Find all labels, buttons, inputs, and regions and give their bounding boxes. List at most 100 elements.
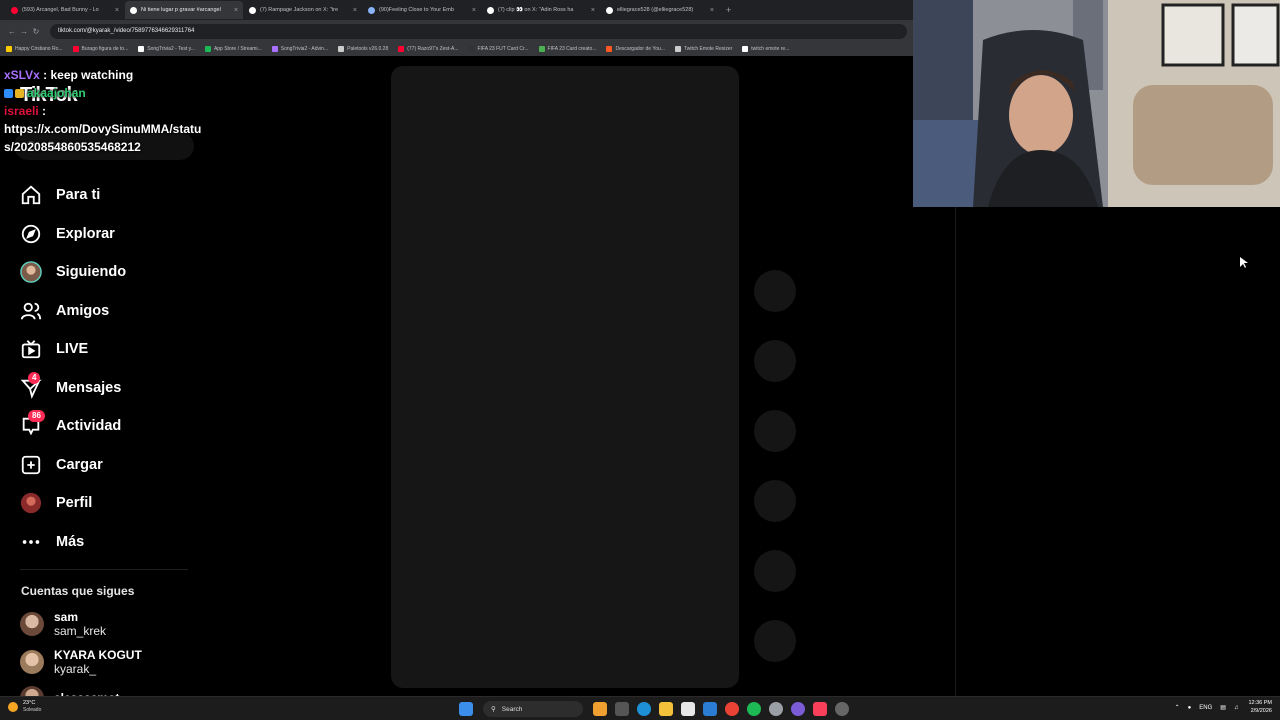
browser-tab[interactable]: Ni tiene lugar p gravar #arcangel × <box>125 1 243 19</box>
bookmark-favicon-icon <box>538 46 545 52</box>
chrome-icon[interactable] <box>725 702 739 716</box>
nav-item-live[interactable]: LIVE <box>20 330 190 369</box>
settings-icon[interactable] <box>769 702 783 716</box>
back-icon[interactable]: ← <box>6 27 18 36</box>
discord-icon[interactable] <box>791 702 805 716</box>
bookmark-label: Twitch Emote Resizer <box>683 46 733 52</box>
comment-button[interactable] <box>754 340 796 382</box>
bookmark-item[interactable]: SongTrivia2 - Test y... <box>138 46 195 52</box>
browser-tab[interactable]: (7) Rampage Jackson on X: "tre × <box>244 1 362 19</box>
main-nav: Para ti Explorar Siguiendo Amigos LIVE 4 Mensa… <box>20 176 190 561</box>
bookmark-item[interactable]: (77) Razo97's Zest-A... <box>398 46 458 52</box>
widget-icon[interactable] <box>593 702 607 716</box>
nav-item-siguiendo[interactable]: Siguiendo <box>20 253 190 292</box>
bookmark-item[interactable]: FIFA 23 FUT Card Cr... <box>468 46 529 52</box>
nav-item-m-s[interactable]: Más <box>20 523 190 562</box>
browser-tab[interactable]: (593) Arcangel, Bad Bunny - Lo × <box>6 1 124 19</box>
bookmark-item[interactable]: Descargador de You... <box>606 46 665 52</box>
account-handle: sam_krek <box>54 624 107 638</box>
microphone-icon[interactable]: ● <box>1188 705 1192 711</box>
bookmark-label: (77) Razo97's Zest-A... <box>407 46 459 52</box>
chat-message: xSLVx : keep watching <box>4 66 214 84</box>
spotify-icon[interactable] <box>747 702 761 716</box>
bookmark-favicon-icon <box>742 46 749 52</box>
nav-item-actividad[interactable]: 86 Actividad <box>20 407 190 446</box>
like-button[interactable] <box>754 270 796 312</box>
file-explorer-icon[interactable] <box>659 702 673 716</box>
nav-item-explorar[interactable]: Explorar <box>20 215 190 254</box>
action-button[interactable] <box>754 620 796 662</box>
taskbar-search[interactable]: ⚲ Search <box>483 701 583 717</box>
tab-title: (593) Arcangel, Bad Bunny - Lo <box>22 7 99 13</box>
forward-icon[interactable]: → <box>18 27 30 36</box>
video-loading-placeholder[interactable] <box>391 66 739 688</box>
weather-condition: Soleado <box>23 707 42 713</box>
nav-item-label: Actividad <box>56 418 122 435</box>
bookmark-item[interactable]: Paletools v26.0.28 <box>338 46 388 52</box>
divider <box>20 569 188 570</box>
webcam-overlay <box>913 0 1280 207</box>
bookmark-label: Descargador de You... <box>615 46 665 52</box>
bookmark-item[interactable]: Burago figura de to... <box>72 46 128 52</box>
action-button[interactable] <box>754 550 796 592</box>
browser-address-bar: ← → ↻ tiktok.com/@kyarak_/video/75897763… <box>0 20 913 42</box>
bookmark-label: App Store / Streami... <box>213 46 262 52</box>
close-tab-icon[interactable]: × <box>234 7 238 14</box>
network-icon[interactable]: ▤ <box>1220 704 1226 711</box>
nav-item-label: Amigos <box>56 302 110 319</box>
chevron-up-icon[interactable]: ⌃ <box>1175 704 1180 711</box>
bookmark-item[interactable]: App Store / Streami... <box>204 46 262 52</box>
search-icon: ⚲ <box>491 706 496 713</box>
mail-icon[interactable] <box>703 702 717 716</box>
bookmark-item[interactable]: FIFA 23 Card creato... <box>538 46 596 52</box>
close-tab-icon[interactable]: × <box>472 7 476 14</box>
chat-message: akaajohan <box>4 84 214 102</box>
bookmark-item[interactable]: Happy Cristiano Ro... <box>6 46 63 52</box>
account-handle: kyarak_ <box>54 662 97 676</box>
browser-tab[interactable]: (7) clip 👀 on X: "Adin Ross ha × <box>482 1 600 19</box>
chat-username: israeli <box>4 104 39 118</box>
store-icon[interactable] <box>681 702 695 716</box>
taskbar-search-label: Search <box>501 705 523 713</box>
close-tab-icon[interactable]: × <box>115 7 119 14</box>
url-input[interactable]: tiktok.com/@kyarak_/video/75897763466293… <box>50 23 907 39</box>
music-icon[interactable] <box>813 702 827 716</box>
nav-item-label: LIVE <box>56 341 89 358</box>
language-indicator[interactable]: ENG <box>1199 705 1212 711</box>
compass-icon <box>20 223 42 245</box>
reload-icon[interactable]: ↻ <box>30 27 42 36</box>
bookmark-favicon-icon <box>606 46 613 52</box>
system-tray: ⌃ ● ENG ▤ ♫ 12:36 PM 2/9/2026 <box>1167 700 1272 715</box>
bookmark-button[interactable] <box>754 410 796 452</box>
share-button[interactable] <box>754 480 796 522</box>
nav-item-cargar[interactable]: Cargar <box>20 446 190 485</box>
nav-item-mensajes[interactable]: 4 Mensajes <box>20 369 190 408</box>
following-account[interactable]: KYARA KOGUT kyarak_ <box>20 648 142 676</box>
task-view-icon[interactable] <box>615 702 629 716</box>
bookmark-item[interactable]: Twitch Emote Resizer <box>674 46 733 52</box>
new-tab-button[interactable]: + <box>726 5 731 15</box>
browser-tab[interactable]: elliegrace528 (@elliegrace528) × <box>601 1 719 19</box>
volume-icon[interactable]: ♫ <box>1234 705 1239 711</box>
tab-favicon-icon <box>487 6 494 14</box>
browser-tab[interactable]: (90)Feeling Close to Your Emb × <box>363 1 481 19</box>
bookmark-item[interactable]: twitch emote re... <box>742 46 789 52</box>
bookmark-item[interactable]: SongTrivia2 - Advin... <box>271 46 328 52</box>
close-tab-icon[interactable]: × <box>591 7 595 14</box>
following-account[interactable]: sam sam_krek <box>20 610 106 638</box>
bookmark-label: twitch emote re... <box>751 46 790 52</box>
tab-favicon-icon <box>368 6 375 14</box>
nav-item-para-ti[interactable]: Para ti <box>20 176 190 215</box>
nav-item-perfil[interactable]: Perfil <box>20 484 190 523</box>
clock[interactable]: 12:36 PM 2/9/2026 <box>1248 700 1272 715</box>
close-tab-icon[interactable]: × <box>710 7 714 14</box>
nav-item-amigos[interactable]: Amigos <box>20 292 190 331</box>
weather-widget[interactable]: 23°C Soleado <box>8 700 41 714</box>
windows-start-icon[interactable] <box>459 702 473 716</box>
upload-icon <box>20 454 42 476</box>
inbox-icon: 86 <box>20 410 45 437</box>
chat-username: akaajohan <box>27 86 86 100</box>
edge-icon[interactable] <box>637 702 651 716</box>
app-icon[interactable] <box>835 702 849 716</box>
close-tab-icon[interactable]: × <box>353 7 357 14</box>
